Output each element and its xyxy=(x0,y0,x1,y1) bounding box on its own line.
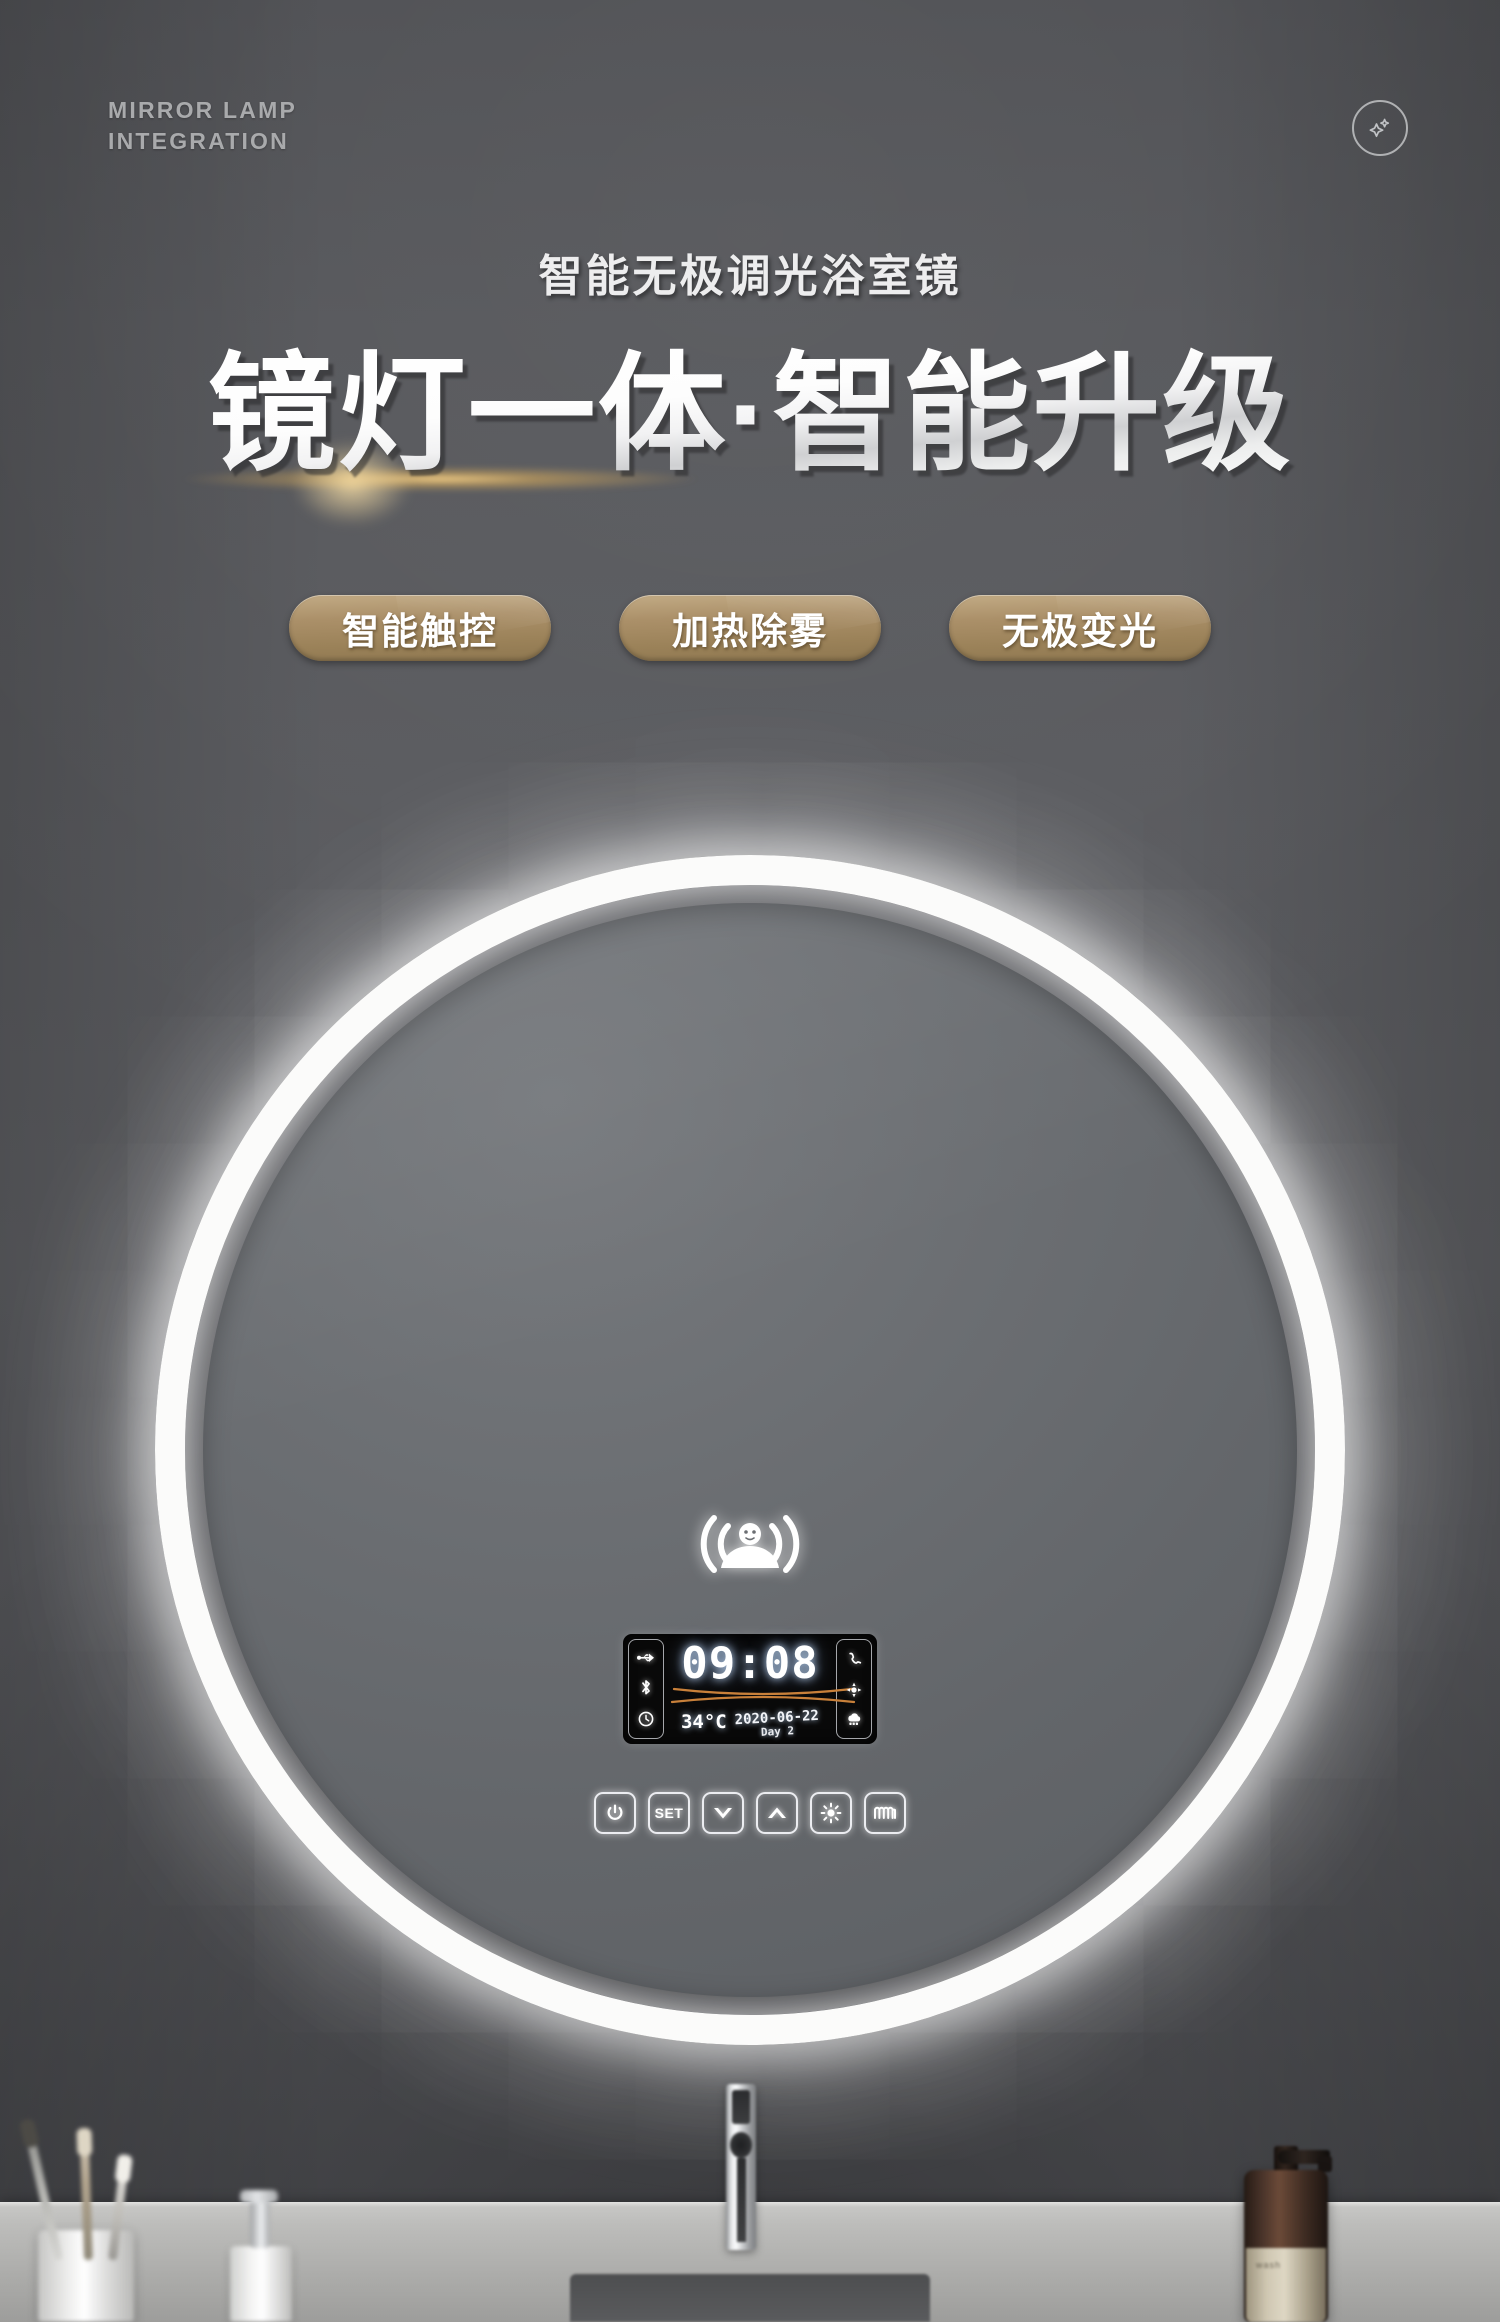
feature-pill-dimming[interactable]: 无极变光 xyxy=(949,595,1211,661)
soap-label-text: wash xyxy=(1256,2260,1282,2270)
mirror-touch-button-bar: SET xyxy=(594,1792,906,1834)
chevron-down-icon xyxy=(714,1808,732,1819)
lcd-secondary-row: 34°C 2020-06-22 Day 2 xyxy=(664,1708,836,1740)
soap-dispenser-label: wash xyxy=(1246,2248,1326,2322)
led-bathroom-mirror xyxy=(25,725,1475,2175)
sparkle-badge xyxy=(1352,100,1408,156)
mirror-lcd-display: 09:08 34°C 2020-06-22 Day 2 xyxy=(623,1634,877,1744)
product-promo-page: MIRROR LAMP INTEGRATION 智能无极调光浴室镜 镜灯一体·智… xyxy=(0,0,1500,2322)
pump-bottle-neck xyxy=(240,2190,278,2248)
lcd-temperature: 34°C xyxy=(680,1711,727,1733)
lcd-date-group: 2020-06-22 Day 2 xyxy=(734,1708,820,1740)
brightness-button[interactable] xyxy=(810,1792,852,1834)
power-button[interactable] xyxy=(594,1792,636,1834)
feature-pill-touch[interactable]: 智能触控 xyxy=(289,595,551,661)
lcd-time: 09:08 xyxy=(681,1638,819,1689)
human-motion-sensor-icon xyxy=(700,1515,800,1573)
sparkle-icon xyxy=(1369,118,1390,138)
feature-pill-label: 加热除雾 xyxy=(672,611,828,652)
chrome-faucet xyxy=(726,2084,756,2250)
brightness-icon xyxy=(846,1682,862,1698)
hero-headline-wrap: 镜灯一体·智能升级 xyxy=(0,340,1500,526)
alarm-clock-icon xyxy=(638,1711,654,1727)
pump-bottle-head xyxy=(240,2190,278,2203)
defog-button[interactable] xyxy=(864,1792,906,1834)
sink-basin xyxy=(570,2274,930,2322)
decrease-button[interactable] xyxy=(702,1792,744,1834)
chevron-up-icon xyxy=(768,1807,786,1818)
feature-pill-defog[interactable]: 加热除雾 xyxy=(619,595,881,661)
bluetooth-icon xyxy=(642,1680,650,1695)
hero-subtitle: 智能无极调光浴室镜 xyxy=(538,252,962,301)
eyebrow-line-1: MIRROR LAMP xyxy=(108,97,298,123)
toothbrush-head xyxy=(76,2127,93,2157)
defog-heater-icon xyxy=(874,1806,896,1819)
lcd-day: Day 2 xyxy=(760,1724,795,1739)
brand-eyebrow: MIRROR LAMP INTEGRATION xyxy=(108,95,297,157)
soap-dispenser-body: wash xyxy=(1244,2170,1328,2322)
faucet-knob xyxy=(730,2132,752,2158)
lcd-divider-curves xyxy=(670,1687,856,1704)
weather-cloud-icon xyxy=(847,1713,860,1726)
soap-dispenser: wash xyxy=(1244,2126,1332,2322)
set-button-label: SET xyxy=(654,1805,684,1821)
increase-button[interactable] xyxy=(756,1792,798,1834)
eyebrow-line-2: INTEGRATION xyxy=(108,128,289,154)
set-button[interactable]: SET xyxy=(648,1792,690,1834)
feature-pill-row: 智能触控 加热除雾 无极变光 xyxy=(0,595,1500,661)
faucet-stem xyxy=(737,2158,746,2242)
phone-icon xyxy=(848,1652,861,1664)
faucet-spout xyxy=(732,2090,750,2124)
usb-icon xyxy=(637,1653,654,1663)
feature-pill-label: 无极变光 xyxy=(1002,611,1158,652)
power-icon xyxy=(607,1804,623,1820)
hero-headline: 镜灯一体·智能升级 xyxy=(208,340,1293,490)
brightness-sun-icon xyxy=(820,1802,842,1824)
lcd-left-icon-column xyxy=(628,1639,664,1739)
feature-pill-label: 智能触控 xyxy=(342,611,498,652)
lcd-readout: 09:08 34°C 2020-06-22 Day 2 xyxy=(664,1638,856,1740)
small-pump-bottle xyxy=(230,2190,292,2322)
